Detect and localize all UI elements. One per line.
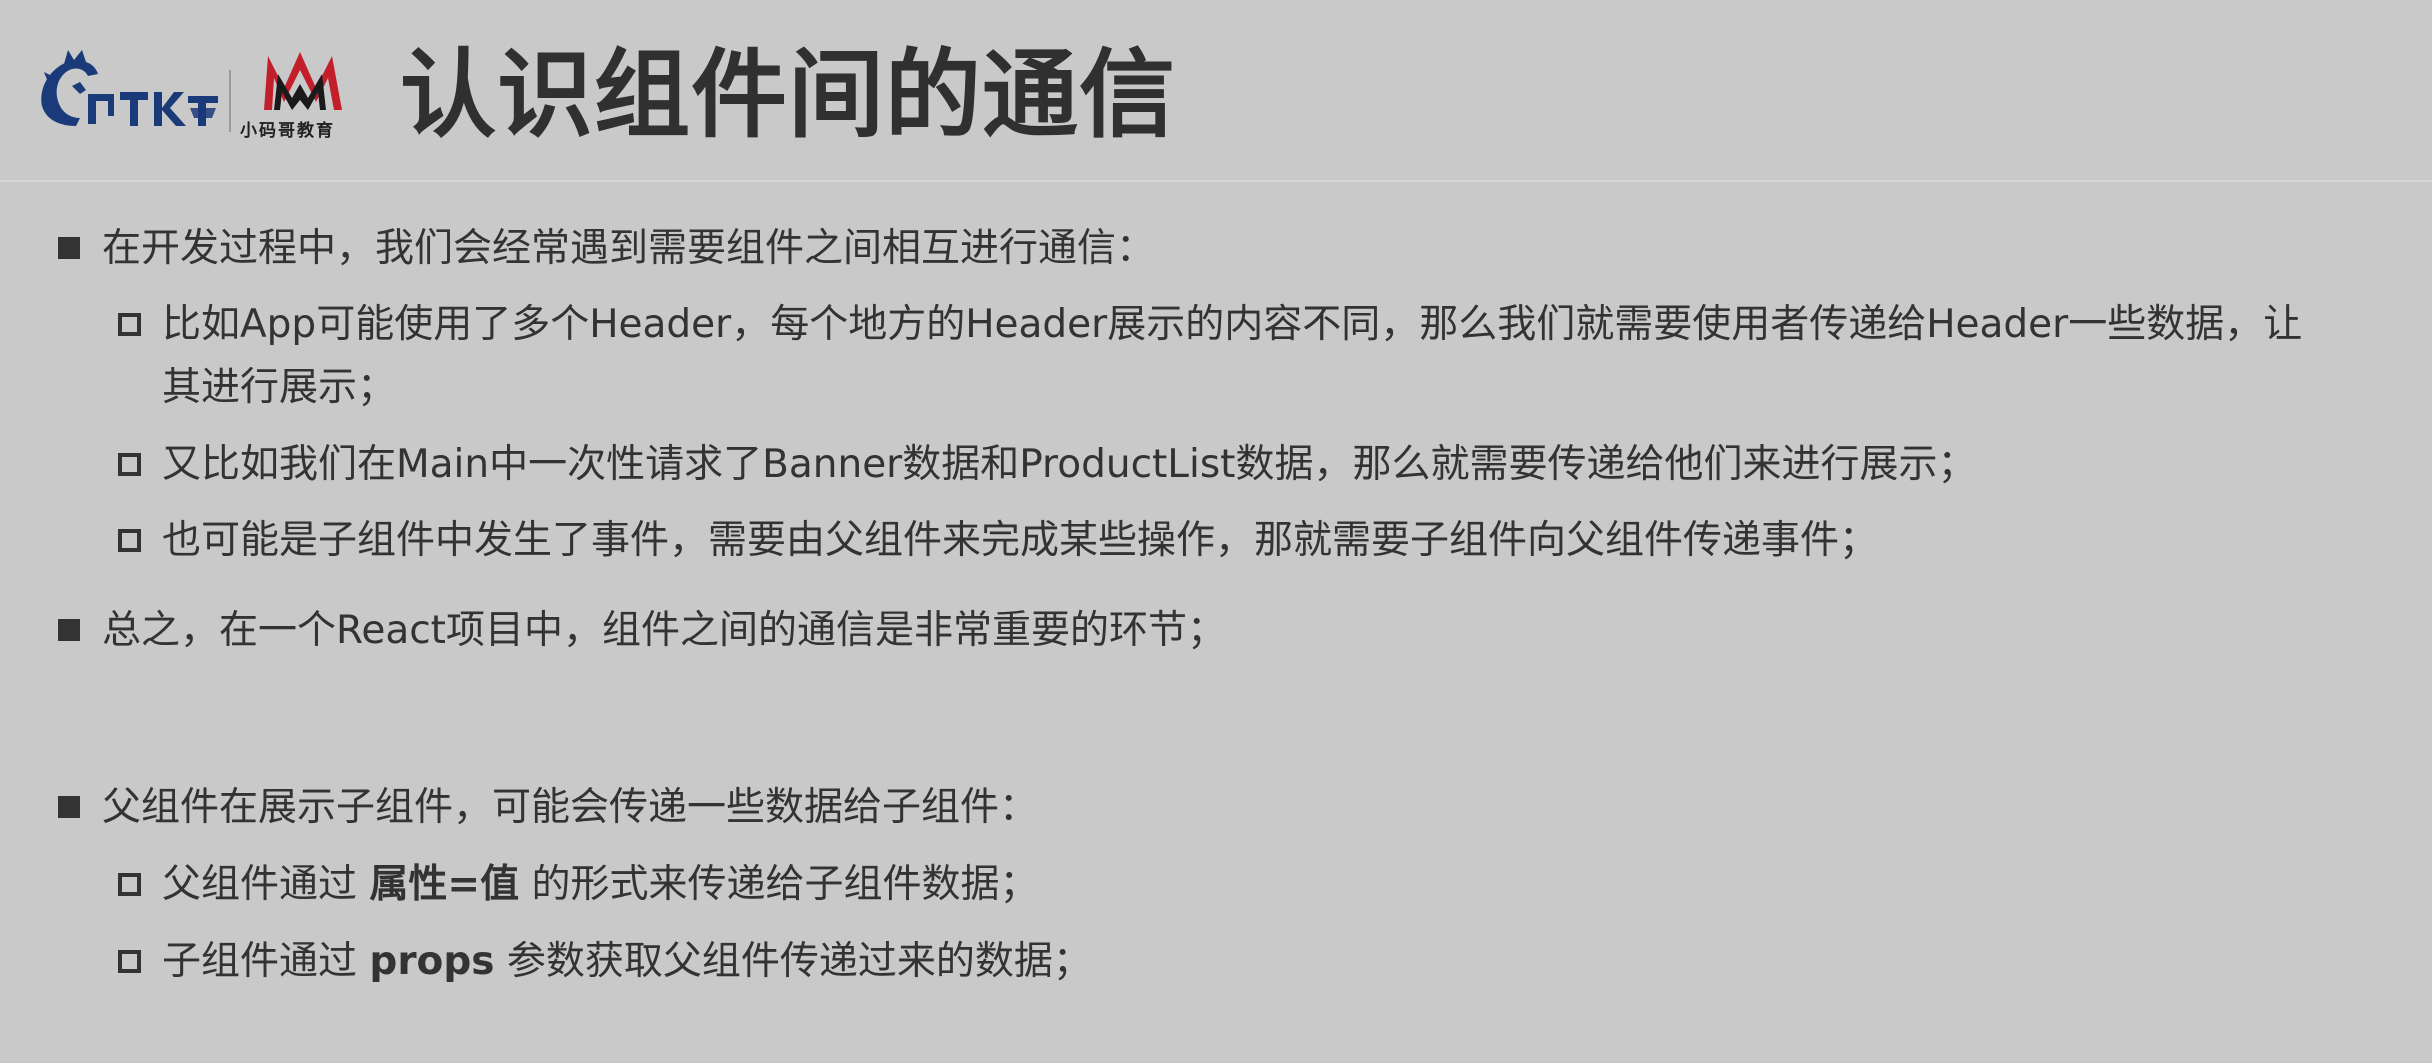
hollow-square-bullet-icon bbox=[118, 313, 141, 336]
slide-header: 小码哥教育 认识组件间的通信 bbox=[0, 0, 2432, 180]
sub-bullet-text: 比如App可能使用了多个Header，每个地方的Header展示的内容不同，那么… bbox=[162, 302, 2303, 347]
xiaomage-logo-text: 小码哥教育 bbox=[240, 121, 335, 141]
sub-bullet-item: 子组件通过 props 参数获取父组件传递过来的数据； bbox=[118, 930, 2402, 993]
sub-bullet-emphasis: 属性=值 bbox=[369, 862, 520, 907]
page-title: 认识组件间的通信 bbox=[400, 39, 1176, 151]
hollow-square-bullet-icon bbox=[118, 453, 141, 476]
bullet-item: 在开发过程中，我们会经常遇到需要组件之间相互进行通信： bbox=[58, 217, 1156, 280]
sub-bullet-text: 其进行展示； bbox=[162, 365, 397, 410]
bullet-item: 总之，在一个React项目中，组件之间的通信是非常重要的环节； bbox=[58, 599, 1226, 662]
sub-bullet-continuation: 其进行展示； bbox=[162, 356, 2402, 419]
logo-divider bbox=[229, 70, 231, 132]
sub-bullet-item: 比如App可能使用了多个Header，每个地方的Header展示的内容不同，那么… bbox=[118, 293, 2402, 356]
sub-bullet-text-pre: 父组件通过 bbox=[162, 862, 370, 907]
hollow-square-bullet-icon bbox=[118, 529, 141, 552]
bullet-text: 父组件在展示子组件，可能会传递一些数据给子组件： bbox=[102, 785, 1039, 830]
header-divider bbox=[0, 180, 2432, 182]
wolf-logo-icon bbox=[41, 50, 218, 126]
bullet-text: 总之，在一个React项目中，组件之间的通信是非常重要的环节； bbox=[102, 608, 1226, 653]
sub-bullet-emphasis: props bbox=[369, 939, 495, 984]
sub-bullet-item: 父组件通过 属性=值 的形式来传递给子组件数据； bbox=[118, 853, 2402, 916]
bullet-text: 在开发过程中，我们会经常遇到需要组件之间相互进行通信： bbox=[102, 226, 1156, 271]
sub-bullet-text-post: 的形式来传递给子组件数据； bbox=[519, 862, 1039, 907]
sub-bullet-item: 又比如我们在Main中一次性请求了Banner数据和ProductList数据，… bbox=[118, 433, 2402, 496]
hollow-square-bullet-icon bbox=[118, 950, 141, 973]
square-bullet-icon bbox=[58, 237, 80, 259]
square-bullet-icon bbox=[58, 796, 80, 818]
hollow-square-bullet-icon bbox=[118, 873, 141, 896]
sub-bullet-text-pre: 子组件通过 bbox=[162, 939, 370, 984]
sub-bullet-text: 也可能是子组件中发生了事件，需要由父组件来完成某些操作，那就需要子组件向父组件传… bbox=[162, 518, 1879, 563]
square-bullet-icon bbox=[58, 619, 80, 641]
sub-bullet-text-post: 参数获取父组件传递过来的数据； bbox=[494, 939, 1092, 984]
sub-bullet-item: 也可能是子组件中发生了事件，需要由父组件来完成某些操作，那就需要子组件向父组件传… bbox=[118, 509, 2402, 572]
sub-bullet-text: 又比如我们在Main中一次性请求了Banner数据和ProductList数据，… bbox=[162, 442, 1977, 487]
bullet-item: 父组件在展示子组件，可能会传递一些数据给子组件： bbox=[58, 776, 1039, 839]
